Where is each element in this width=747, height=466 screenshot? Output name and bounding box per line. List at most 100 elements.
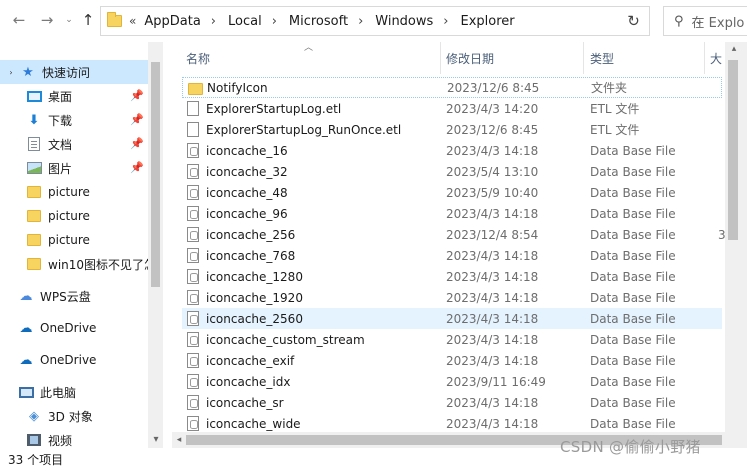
- file-row[interactable]: iconcache_256 2023/12/4 8:54 Data Base Fil…: [182, 224, 725, 245]
- file-date: 2023/4/3 14:18: [446, 311, 539, 326]
- hidden-path-chevron[interactable]: «: [129, 14, 136, 28]
- chevron-down-icon: ⌄: [65, 15, 73, 25]
- column-header-type[interactable]: 类型: [590, 42, 614, 74]
- file-row[interactable]: ExplorerStartupLog.etl 2023/4/3 14:20 ETL …: [182, 98, 722, 119]
- sidebar-item-label: 下载: [48, 113, 73, 128]
- chevron-right-icon[interactable]: ›: [358, 14, 363, 29]
- file-name: ExplorerStartupLog.etl: [206, 101, 342, 116]
- file-name: iconcache_exif: [206, 353, 295, 368]
- sidebar-item-label: picture: [48, 233, 90, 247]
- column-divider[interactable]: [704, 42, 705, 74]
- sidebar-scroll-thumb[interactable]: [151, 62, 160, 287]
- file-date: 2023/5/9 10:40: [446, 185, 539, 200]
- search-icon: ⚲: [674, 13, 684, 29]
- file-row[interactable]: ExplorerStartupLog_RunOnce.etl 2023/12/6 …: [182, 119, 722, 140]
- file-row[interactable]: iconcache_1920 2023/4/3 14:18 Data Base Fi…: [182, 287, 722, 308]
- scroll-down-arrow-icon[interactable]: ▾: [149, 432, 163, 446]
- file-date: 2023/12/4 8:54: [446, 227, 539, 242]
- sidebar-item-wps-cloud[interactable]: ☁ WPS云盘: [0, 284, 148, 308]
- pin-icon[interactable]: 📌: [130, 113, 144, 126]
- breadcrumb: « AppData › Local › Microsoft › Windows …: [129, 14, 515, 29]
- file-row[interactable]: iconcache_16 2023/4/3 14:18 Data Base File: [182, 140, 722, 161]
- pin-icon[interactable]: 📌: [130, 89, 144, 102]
- sidebar-item-3d-objects[interactable]: ◈ 3D 对象: [0, 404, 148, 428]
- breadcrumb-microsoft[interactable]: Microsoft: [289, 14, 348, 29]
- sidebar-item-onedrive-2[interactable]: ☁ OneDrive: [0, 348, 148, 372]
- column-header-name[interactable]: 名称: [186, 42, 210, 74]
- videos-icon: [27, 434, 41, 446]
- sidebar-item-label: 快速访问: [42, 65, 91, 80]
- arrow-right-icon: →: [40, 11, 54, 29]
- breadcrumb-explorer[interactable]: Explorer: [461, 14, 515, 29]
- sidebar-item-this-pc[interactable]: 此电脑: [0, 380, 148, 404]
- pin-icon[interactable]: 📌: [130, 161, 144, 174]
- sidebar-item-quick-access[interactable]: › ★ 快速访问: [0, 60, 148, 84]
- column-header-size[interactable]: 大: [710, 42, 722, 74]
- file-row[interactable]: iconcache_96 2023/4/3 14:18 Data Base File: [182, 203, 722, 224]
- sidebar-item-onedrive-1[interactable]: ☁ OneDrive: [0, 316, 148, 340]
- column-divider[interactable]: [583, 42, 584, 74]
- database-file-icon: [187, 395, 199, 410]
- vertical-scroll-thumb[interactable]: [728, 60, 738, 240]
- expand-chevron-icon[interactable]: ›: [6, 68, 16, 77]
- chevron-right-icon[interactable]: ›: [211, 14, 216, 29]
- scroll-left-arrow-icon[interactable]: ◂: [173, 432, 185, 448]
- file-type: Data Base File: [590, 311, 676, 326]
- file-row[interactable]: iconcache_exif 2023/4/3 14:18 Data Base Fi…: [182, 350, 722, 371]
- sidebar-item-picture-2[interactable]: picture: [0, 204, 148, 228]
- chevron-right-icon[interactable]: ›: [272, 14, 277, 29]
- breadcrumb-appdata[interactable]: AppData: [144, 14, 200, 29]
- arrow-up-icon: ↑: [81, 11, 95, 29]
- column-header-label: 类型: [590, 51, 615, 66]
- back-button[interactable]: ←: [8, 8, 30, 32]
- address-bar[interactable]: « AppData › Local › Microsoft › Windows …: [100, 6, 703, 36]
- scroll-up-arrow-icon[interactable]: ▴: [726, 44, 742, 56]
- database-file-icon: [187, 143, 199, 158]
- column-header-date[interactable]: 修改日期: [446, 42, 494, 74]
- forward-button[interactable]: →: [36, 8, 58, 32]
- file-name: iconcache_96: [206, 206, 288, 221]
- search-box[interactable]: ⚲ 在 Explo: [663, 6, 747, 36]
- pin-icon[interactable]: 📌: [130, 137, 144, 150]
- file-row[interactable]: iconcache_sr 2023/4/3 14:18 Data Base File: [182, 392, 722, 413]
- file-date: 2023/12/6 8:45: [446, 122, 539, 137]
- file-row[interactable]: NotifyIcon 2023/12/6 8:45 文件夹: [182, 77, 722, 98]
- computer-icon: [18, 386, 34, 398]
- file-row[interactable]: iconcache_custom_stream 2023/4/3 14:18 Dat…: [182, 329, 722, 350]
- file-row[interactable]: iconcache_1280 2023/4/3 14:18 Data Base Fi…: [182, 266, 722, 287]
- wps-cloud-icon: ☁: [19, 288, 33, 304]
- sidebar-item-label: 桌面: [48, 89, 73, 104]
- folder-icon: [27, 258, 41, 270]
- sidebar-item-label: OneDrive: [40, 321, 97, 335]
- file-row[interactable]: iconcache_32 2023/5/4 13:10 Data Base File: [182, 161, 722, 182]
- file-icon: [187, 122, 199, 137]
- sidebar-item-downloads[interactable]: ⬇ 下载 📌: [0, 108, 148, 132]
- file-row[interactable]: iconcache_48 2023/5/9 10:40 Data Base File: [182, 182, 722, 203]
- file-row[interactable]: iconcache_wide 2023/4/3 14:18 Data Base Fi…: [182, 413, 722, 432]
- sidebar-item-desktop[interactable]: 桌面 📌: [0, 84, 148, 108]
- sidebar-item-documents[interactable]: 文档 📌: [0, 132, 148, 156]
- file-row[interactable]: iconcache_768 2023/4/3 14:18 Data Base Fil…: [182, 245, 722, 266]
- up-button[interactable]: ↑: [77, 8, 99, 32]
- file-type: Data Base File: [590, 185, 676, 200]
- column-divider[interactable]: [440, 42, 441, 74]
- sidebar-item-videos[interactable]: 视频: [0, 428, 148, 448]
- sidebar-item-picture-3[interactable]: picture: [0, 228, 148, 252]
- 3d-objects-icon: ◈: [29, 408, 39, 424]
- breadcrumb-windows[interactable]: Windows: [375, 14, 433, 29]
- refresh-button[interactable]: ↻: [618, 6, 650, 36]
- file-name: iconcache_sr: [206, 395, 284, 410]
- file-row[interactable]: iconcache_2560 2023/4/3 14:18 Data Base Fi…: [182, 308, 722, 329]
- watermark-text: CSDN @偷偷小野猪: [560, 438, 701, 456]
- file-date: 2023/5/4 13:10: [446, 164, 539, 179]
- chevron-right-icon[interactable]: ›: [443, 14, 448, 29]
- breadcrumb-local[interactable]: Local: [228, 14, 262, 29]
- sidebar-item-label: 视频: [48, 433, 73, 448]
- file-name: iconcache_768: [206, 248, 296, 263]
- file-row[interactable]: iconcache_idx 2023/9/11 16:49 Data Base Fi…: [182, 371, 722, 392]
- sidebar-item-win10-folder[interactable]: win10图标不见了怎: [0, 252, 148, 276]
- sidebar-item-pictures[interactable]: 图片 📌: [0, 156, 148, 180]
- file-list: 名称 ︿ 修改日期 类型 大 NotifyIcon 2023/12/6 8:45 文…: [172, 42, 725, 432]
- file-type: Data Base File: [590, 206, 676, 221]
- sidebar-item-picture-1[interactable]: picture: [0, 180, 148, 204]
